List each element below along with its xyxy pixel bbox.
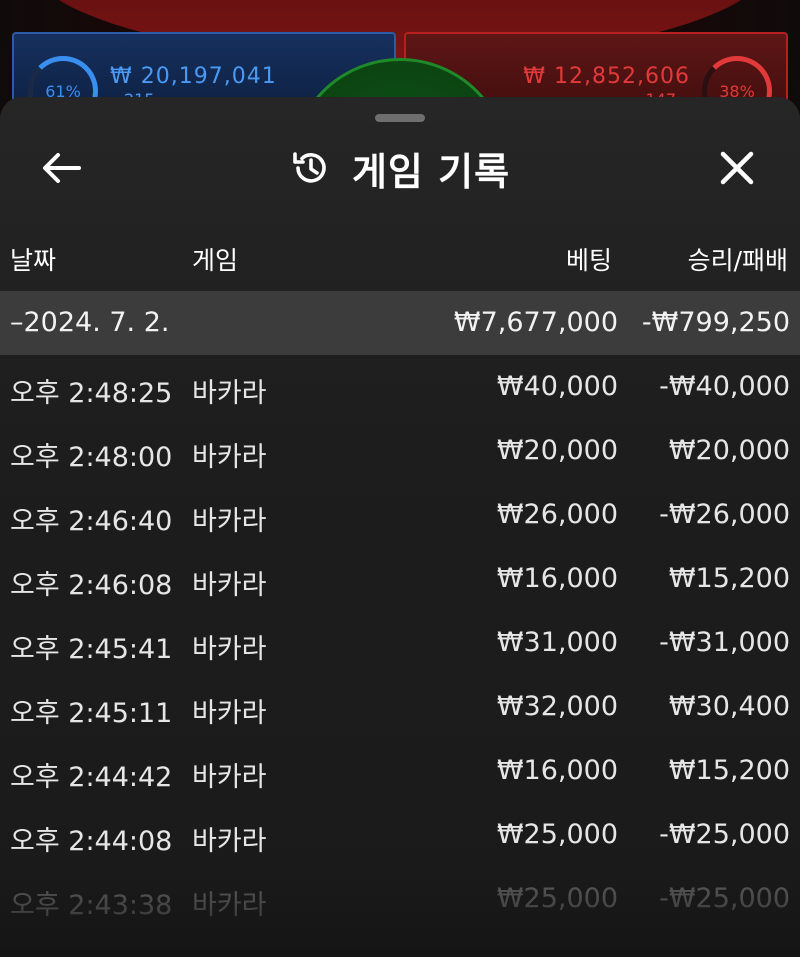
column-header-result[interactable]: 승리/패배 — [688, 241, 788, 277]
row-time: 오후 2:43:38 — [10, 890, 173, 921]
row-bet: ₩25,000 — [496, 883, 618, 914]
drag-handle[interactable] — [375, 114, 425, 122]
row-time: 오후 2:48:25 — [10, 378, 173, 409]
title-wrap: 게임 기록 — [0, 141, 800, 195]
row-time: 오후 2:44:42 — [10, 762, 173, 793]
column-header-bet[interactable]: 베팅 — [566, 241, 612, 277]
summary-result-total: -₩799,250 — [641, 307, 790, 338]
row-bet: ₩26,000 — [496, 499, 618, 530]
player-total-amount: ₩ 20,197,041 — [110, 64, 277, 89]
history-list[interactable]: –2024. 7. 2. ₩7,677,000 -₩799,250 오후 2:4… — [0, 291, 800, 931]
date-summary-row[interactable]: –2024. 7. 2. ₩7,677,000 -₩799,250 — [0, 291, 800, 355]
row-result: ₩30,400 — [668, 691, 790, 722]
close-button[interactable] — [712, 143, 762, 193]
row-result: -₩25,000 — [659, 883, 790, 914]
row-time: 오후 2:45:11 — [10, 698, 173, 729]
history-icon — [290, 148, 330, 188]
row-result: -₩25,000 — [659, 819, 790, 850]
row-bet: ₩16,000 — [496, 563, 618, 594]
row-result: -₩31,000 — [659, 627, 790, 658]
history-row[interactable]: 오후 2:44:08 바카라 ₩25,000 -₩25,000 — [0, 803, 800, 867]
row-time: 오후 2:44:08 — [10, 826, 173, 857]
column-header-game[interactable]: 게임 — [192, 241, 238, 277]
sheet-header: 게임 기록 — [0, 127, 800, 207]
history-row[interactable]: 오후 2:45:11 바카라 ₩32,000 ₩30,400 — [0, 675, 800, 739]
row-result: ₩15,200 — [668, 563, 790, 594]
summary-bet-total: ₩7,677,000 — [453, 307, 618, 338]
row-game: 바카라 — [192, 570, 267, 601]
row-bet: ₩20,000 — [496, 435, 618, 466]
row-game: 바카라 — [192, 442, 267, 473]
history-row[interactable]: 오후 2:48:00 바카라 ₩20,000 ₩20,000 — [0, 419, 800, 483]
game-screen: 61% ₩ 20,197,041 215 38% ₩ 12,852,606 14… — [0, 0, 800, 957]
row-bet: ₩16,000 — [496, 755, 618, 786]
row-result: -₩40,000 — [659, 371, 790, 402]
row-time: 오후 2:46:08 — [10, 570, 173, 601]
banker-total-amount: ₩ 12,852,606 — [523, 64, 690, 89]
row-game: 바카라 — [192, 634, 267, 665]
row-game: 바카라 — [192, 698, 267, 729]
column-headers: 날짜 게임 베팅 승리/패배 — [0, 237, 800, 277]
row-game: 바카라 — [192, 506, 267, 537]
page-title: 게임 기록 — [351, 149, 511, 194]
summary-date: –2024. 7. 2. — [10, 307, 170, 338]
row-bet: ₩25,000 — [496, 819, 618, 850]
history-row[interactable]: 오후 2:44:42 바카라 ₩16,000 ₩15,200 — [0, 739, 800, 803]
history-row[interactable]: 오후 2:48:25 바카라 ₩40,000 -₩40,000 — [0, 355, 800, 419]
row-bet: ₩31,000 — [496, 627, 618, 658]
column-header-date[interactable]: 날짜 — [10, 241, 56, 277]
row-result: ₩20,000 — [668, 435, 790, 466]
game-history-sheet: 게임 기록 날짜 게임 베팅 승리/패배 –2024. 7. 2. ₩7,677… — [0, 97, 800, 957]
history-row[interactable]: 오후 2:46:08 바카라 ₩16,000 ₩15,200 — [0, 547, 800, 611]
row-time: 오후 2:48:00 — [10, 442, 173, 473]
close-icon — [720, 151, 754, 185]
row-game: 바카라 — [192, 826, 267, 857]
row-time: 오후 2:45:41 — [10, 634, 173, 665]
history-row[interactable]: 오후 2:43:38 바카라 ₩25,000 -₩25,000 — [0, 867, 800, 931]
row-game: 바카라 — [192, 762, 267, 793]
history-row[interactable]: 오후 2:46:40 바카라 ₩26,000 -₩26,000 — [0, 483, 800, 547]
row-bet: ₩40,000 — [496, 371, 618, 402]
row-bet: ₩32,000 — [496, 691, 618, 722]
row-time: 오후 2:46:40 — [10, 506, 173, 537]
row-result: ₩15,200 — [668, 755, 790, 786]
row-result: -₩26,000 — [659, 499, 790, 530]
history-row[interactable]: 오후 2:45:41 바카라 ₩31,000 -₩31,000 — [0, 611, 800, 675]
row-game: 바카라 — [192, 890, 267, 921]
row-game: 바카라 — [192, 378, 267, 409]
